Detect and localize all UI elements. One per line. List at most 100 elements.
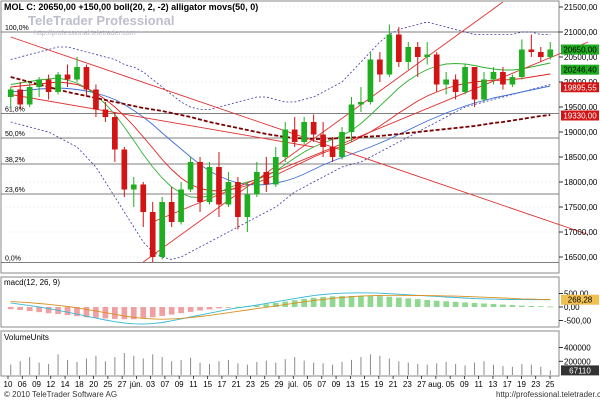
price-label: 19330,00 bbox=[563, 112, 597, 121]
price-tick-label: 19000,00 bbox=[564, 128, 598, 137]
date-tick-label: 11 bbox=[475, 380, 484, 389]
candle-body bbox=[178, 189, 184, 222]
date-tick-label: 09 bbox=[460, 380, 469, 389]
candle-body bbox=[263, 172, 270, 185]
date-axis: 10 06 09 12 14 18 20 25 27 jún. 03 07 09 11 15 17 21 23 25… bbox=[4, 376, 555, 389]
price-axis: 16500,00 17000,00 17500,00 18000,00 18500,00… bbox=[559, 3, 598, 262]
candle-body bbox=[367, 59, 374, 102]
price-tick-label: 21500,00 bbox=[564, 3, 598, 12]
fib-label: 50,0% bbox=[5, 131, 25, 138]
macd-histogram-bar bbox=[140, 307, 147, 319]
candle-body bbox=[197, 162, 203, 202]
price-header: MOL C: 20650,00 +150,00 boll(20, 2, -2) … bbox=[4, 2, 258, 12]
price-label: 20246,40 bbox=[563, 66, 597, 75]
macd-histogram-bar bbox=[377, 296, 383, 307]
footer-url: http://professional.teletrader.com bbox=[496, 390, 600, 399]
price-tick-label: 18500,00 bbox=[564, 153, 598, 162]
date-tick-label: 27 bbox=[417, 380, 426, 389]
candle-body bbox=[83, 67, 90, 90]
candle-body bbox=[358, 102, 364, 105]
date-tick-label: 25 bbox=[546, 380, 555, 389]
macd-histogram-bar bbox=[424, 299, 431, 307]
macd-histogram-bar bbox=[149, 307, 156, 318]
candle-body bbox=[386, 34, 393, 75]
macd-panel bbox=[0, 276, 560, 328]
candle bbox=[206, 162, 213, 205]
candle-body bbox=[405, 47, 412, 62]
macd-histogram-bar bbox=[490, 304, 497, 307]
price-tick-label: 18000,00 bbox=[564, 178, 598, 187]
candle-body bbox=[74, 67, 80, 80]
date-tick-label: 15 bbox=[360, 380, 369, 389]
date-tick-label: 09 bbox=[332, 380, 341, 389]
price-tick-label: 16500,00 bbox=[564, 253, 598, 262]
date-tick-label: 23 bbox=[403, 380, 412, 389]
macd-histogram-bar bbox=[452, 301, 459, 307]
date-tick-label: 03 bbox=[146, 380, 155, 389]
fib-label: 61,8% bbox=[5, 107, 25, 114]
candle bbox=[187, 157, 194, 192]
macd-histogram-bar bbox=[386, 296, 393, 307]
volume-axis: 200000 400000 67110 bbox=[559, 344, 599, 376]
candle-body bbox=[452, 79, 459, 92]
price-tick-label: 17000,00 bbox=[564, 228, 598, 237]
candle-body bbox=[291, 129, 298, 142]
candle-body bbox=[36, 79, 42, 87]
macd-axis: -500,000,00500,00268,28 bbox=[559, 289, 599, 326]
candle-body bbox=[424, 54, 431, 57]
candle-body bbox=[244, 194, 251, 217]
candle-body bbox=[537, 52, 544, 57]
date-tick-label: 13 bbox=[346, 380, 355, 389]
macd-histogram-bar bbox=[547, 306, 554, 308]
candle-body bbox=[377, 59, 383, 75]
candle-body bbox=[168, 202, 175, 222]
candle-body bbox=[348, 104, 355, 132]
candle-body bbox=[216, 167, 222, 205]
date-tick-label: 05 bbox=[446, 380, 455, 389]
candle-body bbox=[159, 202, 166, 257]
candle-body bbox=[339, 132, 345, 157]
candle-body bbox=[225, 182, 232, 205]
macd-histogram-bar bbox=[168, 307, 175, 315]
candle bbox=[462, 64, 468, 95]
candle-body bbox=[235, 182, 241, 217]
candle-body bbox=[130, 184, 137, 190]
candle-body bbox=[490, 72, 497, 80]
macd-histogram-bar bbox=[500, 304, 506, 307]
candle-body bbox=[471, 67, 478, 100]
macd-histogram-bar bbox=[187, 307, 194, 312]
candle-body bbox=[509, 77, 516, 85]
macd-histogram-bar bbox=[7, 307, 14, 310]
macd-histogram-bar bbox=[348, 296, 355, 307]
date-tick-label: 20 bbox=[89, 380, 98, 389]
macd-histogram-bar bbox=[537, 306, 544, 307]
candle-body bbox=[301, 122, 308, 142]
candle-body bbox=[149, 212, 156, 257]
date-tick-label: 29 bbox=[275, 380, 284, 389]
macd-histogram-bar bbox=[197, 307, 203, 311]
logo-text: TeleTrader Professional bbox=[28, 13, 174, 28]
candle-body bbox=[282, 129, 289, 157]
fib-label: 100,0% bbox=[5, 25, 29, 32]
candle-body bbox=[547, 49, 554, 57]
date-tick-label: 18 bbox=[75, 380, 84, 389]
macd-histogram-bar bbox=[320, 296, 326, 307]
macd-histogram-bar bbox=[64, 307, 71, 316]
candle-body bbox=[433, 54, 440, 85]
candle-body bbox=[253, 172, 260, 195]
date-tick-label: 07 bbox=[160, 380, 169, 389]
stock-chart: 100,0% 61,8% 50,0% 38,2% 23,6% 0,0% MOL C: 20… bbox=[0, 0, 600, 399]
candle-body bbox=[55, 74, 61, 92]
date-tick-label: 23 bbox=[246, 380, 255, 389]
date-tick-label: 06 bbox=[18, 380, 27, 389]
candle-body bbox=[17, 89, 24, 105]
fib-label: 38,2% bbox=[5, 157, 25, 164]
macd-histogram-bar bbox=[367, 295, 374, 307]
macd-histogram-bar bbox=[17, 307, 24, 310]
date-tick-label: 25 bbox=[260, 380, 269, 389]
candle-body bbox=[528, 49, 535, 52]
candle-body bbox=[443, 79, 449, 85]
candle-body bbox=[320, 134, 326, 147]
volume-value-label: 67110 bbox=[569, 366, 591, 375]
date-tick-label: 07 bbox=[317, 380, 326, 389]
